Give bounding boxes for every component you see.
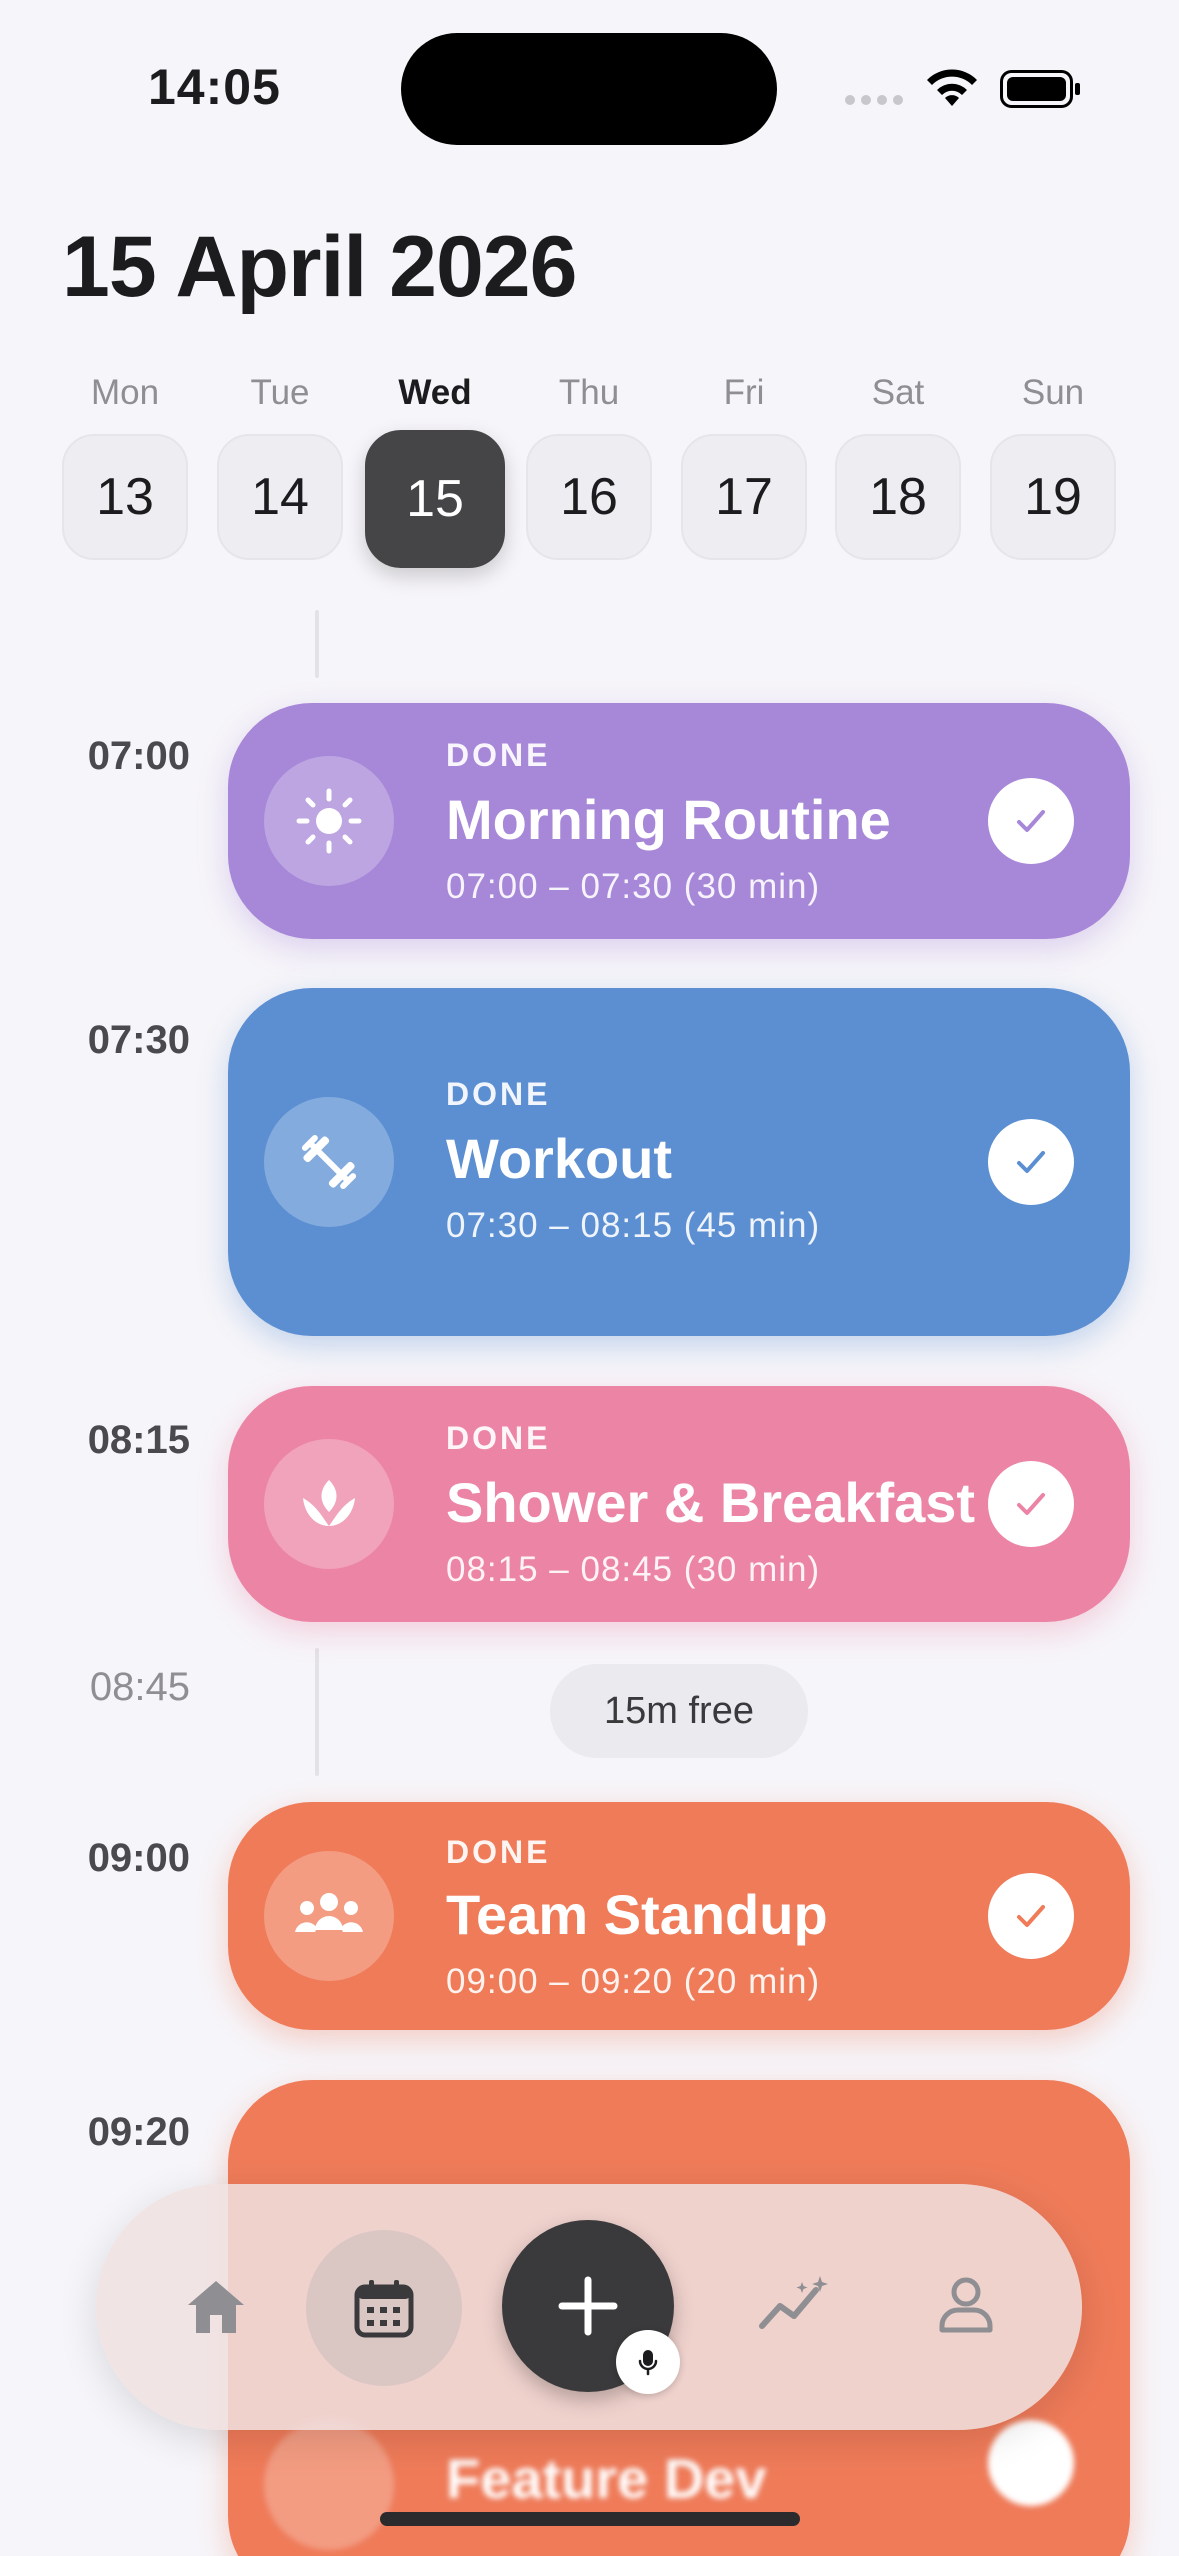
event-card-shower-breakfast[interactable]: DONE Shower & Breakfast 08:15 – 08:45 (3… <box>228 1386 1130 1622</box>
day-name: Fri <box>723 373 765 412</box>
day-tue[interactable]: Tue 14 <box>217 370 343 560</box>
day-sat[interactable]: Sat 18 <box>835 370 961 560</box>
event-title: Workout <box>446 1127 673 1190</box>
mic-icon[interactable] <box>616 2330 680 2394</box>
day-name: Wed <box>398 373 472 412</box>
day-mon[interactable]: Mon 13 <box>62 370 188 560</box>
time-label: 09:20 <box>87 2110 190 2154</box>
done-check-button[interactable] <box>988 1873 1074 1959</box>
bottom-nav <box>96 2184 1082 2430</box>
event-status: DONE <box>446 737 551 773</box>
event-card-team-standup[interactable]: DONE Team Standup 09:00 – 09:20 (20 min) <box>228 1802 1130 2030</box>
week-strip: Mon 13 Tue 14 Wed 15 Thu 16 Fri 17 Sat 1… <box>62 370 1122 570</box>
time-label: 08:45 <box>89 1665 190 1709</box>
battery-icon <box>1000 70 1080 108</box>
time-label: 09:00 <box>87 1836 190 1880</box>
event-title: Morning Routine <box>446 788 891 851</box>
event-title: Feature Dev <box>446 2447 767 2510</box>
lotus-icon <box>264 1439 394 1569</box>
day-number-selected: 15 <box>365 430 505 568</box>
day-fri[interactable]: Fri 17 <box>681 370 807 560</box>
day-number: 14 <box>217 434 343 560</box>
day-number: 19 <box>990 434 1116 560</box>
event-status: DONE <box>446 1420 551 1456</box>
day-number: 17 <box>681 434 807 560</box>
day-name: Tue <box>250 373 310 412</box>
time-label: 07:30 <box>87 1018 190 1062</box>
day-number: 18 <box>835 434 961 560</box>
timeline-line <box>315 610 319 678</box>
event-title: Shower & Breakfast <box>446 1471 976 1534</box>
day-wed[interactable]: Wed 15 <box>365 370 505 568</box>
day-thu[interactable]: Thu 16 <box>526 370 652 560</box>
calendar-icon[interactable] <box>306 2230 462 2386</box>
done-check-button[interactable] <box>988 1461 1074 1547</box>
timeline-line <box>315 1648 319 1776</box>
event-time: 07:00 – 07:30 (30 min) <box>446 867 821 906</box>
event-card-morning-routine[interactable]: DONE Morning Routine 07:00 – 07:30 (30 m… <box>228 703 1130 939</box>
event-status: DONE <box>446 1076 551 1112</box>
day-name: Thu <box>558 373 620 412</box>
dynamic-island <box>401 33 777 145</box>
page-title: 15 April 2026 <box>62 219 577 315</box>
team-icon <box>264 1851 394 1981</box>
insights-icon[interactable] <box>746 2254 846 2354</box>
day-sun[interactable]: Sun 19 <box>990 370 1116 560</box>
cellular-signal-icon <box>845 95 903 105</box>
day-name: Mon <box>90 373 160 412</box>
home-icon[interactable] <box>168 2259 264 2355</box>
day-number: 16 <box>526 434 652 560</box>
done-check-button[interactable] <box>988 2420 1074 2506</box>
event-time: 09:00 – 09:20 (20 min) <box>446 1962 821 2001</box>
sun-icon <box>264 756 394 886</box>
done-check-button[interactable] <box>988 1119 1074 1205</box>
time-label: 07:00 <box>87 734 190 778</box>
day-name: Sat <box>871 373 925 412</box>
event-status: DONE <box>446 1834 551 1870</box>
day-name: Sun <box>1021 373 1085 412</box>
wifi-icon <box>927 69 977 106</box>
time-label: 08:15 <box>87 1418 190 1462</box>
event-time: 07:30 – 08:15 (45 min) <box>446 1206 821 1245</box>
status-time: 14:05 <box>148 59 281 115</box>
done-check-button[interactable] <box>988 778 1074 864</box>
event-time: 08:15 – 08:45 (30 min) <box>446 1550 821 1589</box>
event-card-workout[interactable]: DONE Workout 07:30 – 08:15 (45 min) <box>228 988 1130 1336</box>
home-indicator <box>380 2512 800 2526</box>
code-icon <box>264 2420 394 2550</box>
profile-icon[interactable] <box>916 2254 1016 2354</box>
dumbbell-icon <box>264 1097 394 1227</box>
day-number: 13 <box>62 434 188 560</box>
free-time-pill: 15m free <box>550 1664 808 1758</box>
event-title: Team Standup <box>446 1883 828 1946</box>
